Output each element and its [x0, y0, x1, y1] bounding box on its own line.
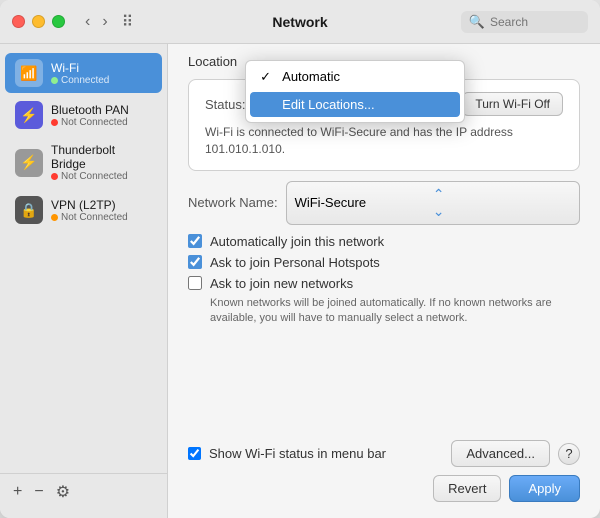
help-button[interactable]: ? [558, 443, 580, 465]
right-panel: Location ✓ Automatic Edit Locations... [168, 44, 600, 518]
personal-hotspot-checkbox[interactable] [188, 255, 202, 269]
wifi-icon: 📶 [15, 59, 43, 87]
menubar-row: Show Wi-Fi status in menu bar Advanced..… [188, 440, 580, 467]
sidebar: 📶 Wi-Fi Connected ⚡ Bluetooth PAN Not Co… [0, 44, 168, 518]
bottom-section: Show Wi-Fi status in menu bar Advanced..… [188, 430, 580, 502]
forward-button[interactable]: › [98, 14, 111, 30]
network-name-label: Network Name: [188, 195, 278, 210]
apply-button[interactable]: Apply [509, 475, 580, 502]
auto-join-label: Automatically join this network [210, 234, 384, 249]
sidebar-item-bt-name: Bluetooth PAN [51, 103, 129, 117]
sidebar-item-wifi[interactable]: 📶 Wi-Fi Connected [5, 53, 162, 93]
sidebar-item-bluetooth[interactable]: ⚡ Bluetooth PAN Not Connected [5, 95, 162, 135]
location-row: Location ✓ Automatic Edit Locations... [188, 54, 580, 69]
status-dot-red-tb [51, 173, 58, 180]
auto-join-checkbox[interactable] [188, 234, 202, 248]
location-option-edit[interactable]: Edit Locations... [250, 92, 460, 117]
maximize-button[interactable] [52, 15, 65, 28]
sidebar-item-tb-name: Thunderbolt Bridge [51, 143, 152, 171]
search-input[interactable] [490, 15, 580, 29]
bottom-buttons: Revert Apply [188, 475, 580, 502]
sidebar-item-wifi-name: Wi-Fi [51, 61, 109, 75]
status-label: Status: [205, 97, 245, 112]
chevron-icon: ⌃⌄ [433, 186, 571, 220]
checkmark-icon: ✓ [260, 69, 276, 85]
sidebar-bottom: + − ⚙ [0, 473, 167, 510]
window-title: Network [272, 14, 327, 30]
network-name-select[interactable]: WiFi-Secure ⌃⌄ [286, 181, 580, 225]
sidebar-item-bt-status: Not Connected [51, 117, 129, 128]
location-label: Location [188, 54, 237, 69]
status-dot-yellow [51, 214, 58, 221]
personal-hotspot-label: Ask to join Personal Hotspots [210, 255, 380, 270]
sidebar-item-thunderbolt[interactable]: ⚡ Thunderbolt Bridge Not Connected [5, 137, 162, 188]
main-content: 📶 Wi-Fi Connected ⚡ Bluetooth PAN Not Co… [0, 44, 600, 518]
network-name-row: Network Name: WiFi-Secure ⌃⌄ [188, 181, 580, 225]
add-network-button[interactable]: + [8, 481, 27, 503]
search-icon: 🔍 [469, 14, 485, 30]
sidebar-item-vpn-name: VPN (L2TP) [51, 198, 128, 212]
close-button[interactable] [12, 15, 25, 28]
nav-buttons: ‹ › [81, 14, 112, 30]
traffic-lights [12, 15, 65, 28]
location-option-automatic[interactable]: ✓ Automatic [246, 64, 464, 90]
sidebar-item-tb-status: Not Connected [51, 171, 152, 182]
thunderbolt-icon: ⚡ [15, 149, 43, 177]
turn-wifi-off-button[interactable]: Turn Wi-Fi Off [462, 92, 563, 116]
status-dot-red-bt [51, 119, 58, 126]
checkbox-personal-hotspot: Ask to join Personal Hotspots [188, 255, 580, 270]
sidebar-item-wifi-status: Connected [51, 75, 109, 86]
titlebar: ‹ › ⠿ Network 🔍 [0, 0, 600, 44]
bluetooth-icon: ⚡ [15, 101, 43, 129]
checkbox-new-networks: Ask to join new networks [188, 276, 580, 291]
menubar-label: Show Wi-Fi status in menu bar [209, 446, 386, 461]
sidebar-item-vpn-status: Not Connected [51, 212, 128, 223]
status-dot-green [51, 77, 58, 84]
new-networks-label: Ask to join new networks [210, 276, 353, 291]
search-box: 🔍 [461, 11, 588, 33]
menubar-checkbox[interactable] [188, 447, 201, 460]
remove-network-button[interactable]: − [29, 481, 48, 503]
location-dropdown-menu[interactable]: ✓ Automatic Edit Locations... [245, 60, 465, 123]
grid-button[interactable]: ⠿ [122, 12, 134, 32]
advanced-button[interactable]: Advanced... [451, 440, 550, 467]
gear-button[interactable]: ⚙ [51, 480, 75, 504]
status-description: Wi-Fi is connected to WiFi-Secure and ha… [205, 124, 563, 158]
new-networks-checkbox[interactable] [188, 276, 202, 290]
network-name-value: WiFi-Secure [295, 195, 433, 210]
vpn-icon: 🔒 [15, 196, 43, 224]
minimize-button[interactable] [32, 15, 45, 28]
checkbox-auto-join: Automatically join this network [188, 234, 580, 249]
sidebar-item-vpn[interactable]: 🔒 VPN (L2TP) Not Connected [5, 190, 162, 230]
revert-button[interactable]: Revert [433, 475, 501, 502]
back-button[interactable]: ‹ [81, 14, 94, 30]
checkbox-note: Known networks will be joined automatica… [210, 296, 580, 327]
